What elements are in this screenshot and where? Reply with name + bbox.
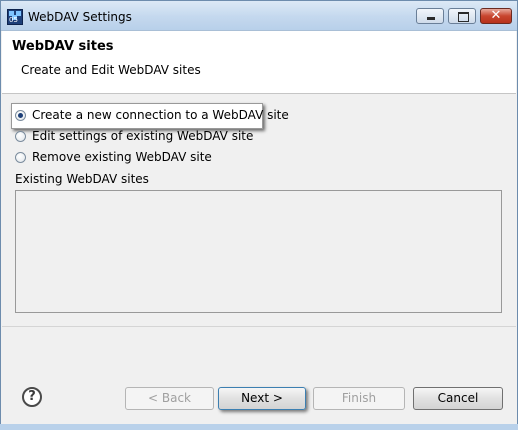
footer-divider: [2, 326, 516, 327]
app-icon: 05: [7, 9, 23, 25]
option-remove-label: Remove existing WebDAV site: [32, 150, 212, 164]
maximize-button[interactable]: [448, 8, 476, 24]
option-remove-site[interactable]: Remove existing WebDAV site: [15, 148, 212, 166]
title-bar[interactable]: 05 WebDAV Settings ✕: [1, 1, 517, 31]
wizard-header: WebDAV sites Create and Edit WebDAV site…: [2, 31, 516, 94]
option-edit-label: Edit settings of existing WebDAV site: [32, 129, 254, 143]
next-button[interactable]: Next >: [218, 387, 306, 410]
minimize-icon: [427, 17, 435, 20]
option-create-connection[interactable]: Create a new connection to a WebDAV site: [15, 106, 289, 124]
option-create-label: Create a new connection to a WebDAV site: [32, 108, 289, 122]
page-subtitle: Create and Edit WebDAV sites: [21, 63, 201, 77]
existing-sites-label: Existing WebDAV sites: [15, 172, 149, 186]
existing-sites-list[interactable]: [15, 190, 502, 313]
finish-button[interactable]: Finish: [313, 387, 405, 410]
radio-icon[interactable]: [15, 130, 26, 142]
back-button[interactable]: < Back: [125, 387, 214, 410]
app-icon-label: 05: [9, 16, 18, 24]
window-bottom-edge: [0, 424, 518, 430]
radio-icon[interactable]: [15, 151, 26, 163]
cancel-button[interactable]: Cancel: [413, 387, 503, 410]
page-title: WebDAV sites: [12, 39, 114, 54]
close-icon: ✕: [490, 8, 502, 23]
help-button[interactable]: ?: [22, 387, 42, 407]
close-button[interactable]: ✕: [480, 8, 512, 24]
webdav-settings-window: 05 WebDAV Settings ✕ WebDAV sites Create…: [0, 0, 518, 430]
help-icon: ?: [28, 389, 36, 404]
maximize-icon: [458, 12, 469, 22]
window-title: WebDAV Settings: [28, 10, 132, 24]
radio-selected-icon[interactable]: [15, 109, 26, 121]
option-edit-settings[interactable]: Edit settings of existing WebDAV site: [15, 127, 253, 145]
minimize-button[interactable]: [416, 8, 444, 24]
